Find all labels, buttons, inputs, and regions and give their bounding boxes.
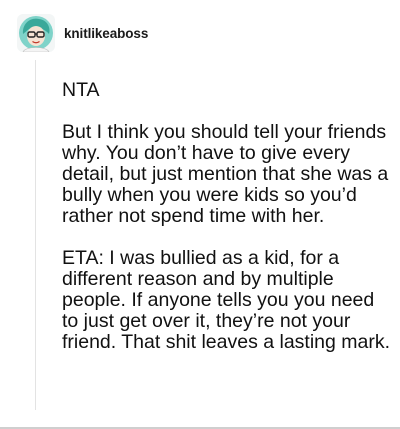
post-paragraph: NTA	[62, 79, 100, 101]
username-link[interactable]: knitlikeaboss	[64, 26, 148, 41]
reply-card: knitlikeaboss NTA But I think you should…	[0, 0, 400, 429]
post-paragraph: ETA: I was bullied as a kid, for a diffe…	[62, 247, 391, 353]
thread-line	[35, 60, 36, 410]
post-header: knitlikeaboss	[17, 14, 148, 52]
post-body: NTA But I think you should tell your fri…	[62, 80, 392, 374]
avatar[interactable]	[17, 14, 55, 52]
post-paragraph: But I think you should tell your friends…	[62, 121, 389, 227]
